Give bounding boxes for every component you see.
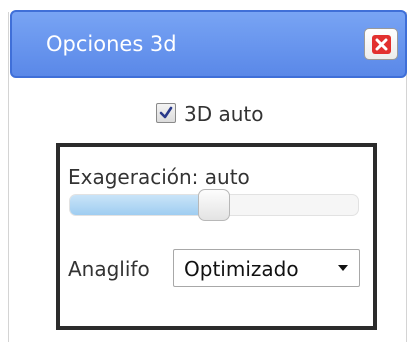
close-button[interactable]	[364, 28, 398, 60]
checkmark-icon	[159, 106, 173, 119]
anaglyph-label: Anaglifo	[68, 257, 150, 281]
dialog-title: Opciones 3d	[46, 32, 177, 56]
slider-handle[interactable]	[198, 189, 230, 221]
dialog-titlebar: Opciones 3d	[10, 10, 407, 78]
auto3d-checkbox[interactable]	[156, 103, 176, 123]
chevron-down-icon	[338, 265, 348, 271]
auto3d-label: 3D auto	[184, 102, 264, 126]
slider-fill	[70, 195, 215, 215]
anaglyph-selected-value: Optimizado	[184, 257, 299, 281]
anaglyph-select[interactable]: Optimizado	[173, 249, 360, 287]
exaggeration-label: Exageración: auto	[68, 165, 250, 189]
close-icon	[372, 35, 391, 54]
